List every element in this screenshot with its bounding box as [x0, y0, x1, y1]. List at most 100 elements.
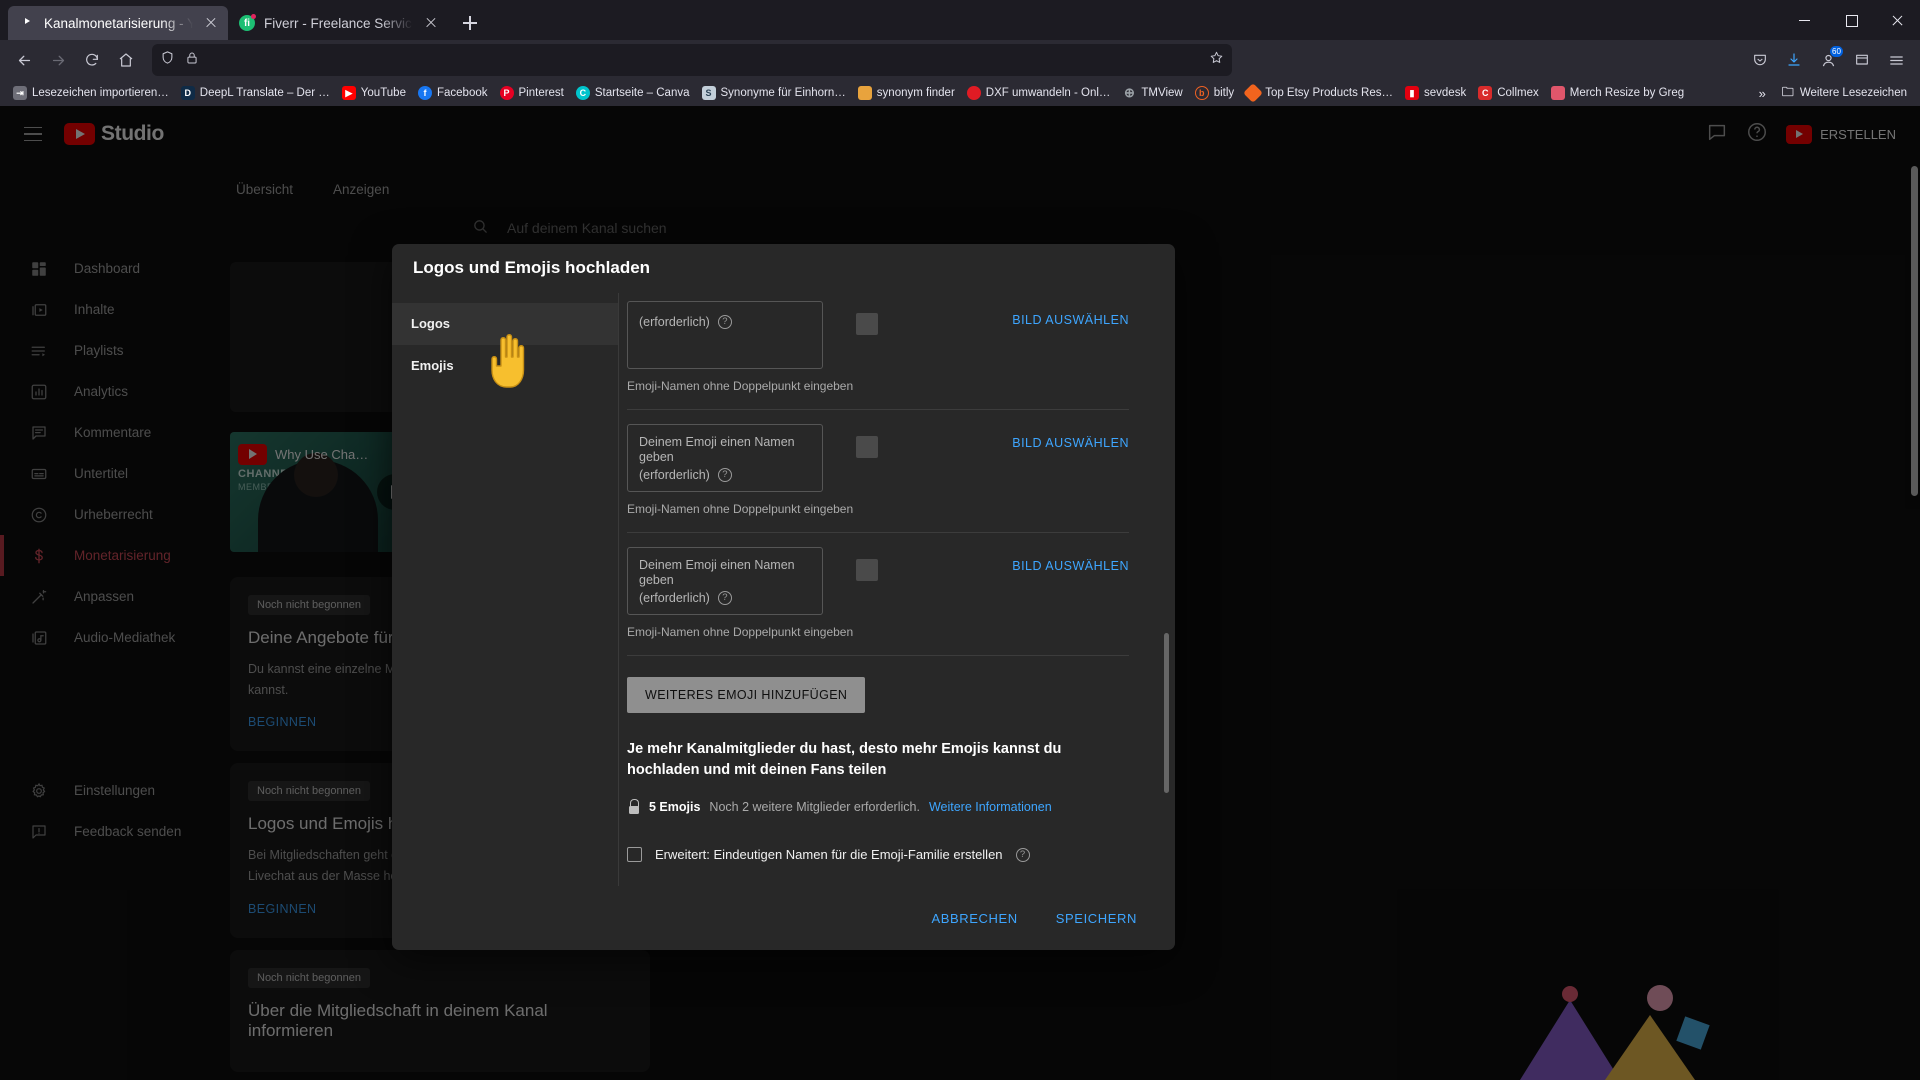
bookmarks-overflow-button[interactable]: »	[1751, 86, 1774, 101]
emoji-name-input[interactable]: (erforderlich) ?	[627, 300, 823, 369]
folder-icon	[857, 86, 872, 100]
emoji-name-label-line2: (erforderlich)	[639, 314, 710, 329]
download-icon[interactable]	[1778, 44, 1810, 76]
select-image-button[interactable]: BILD AUSWÄHLEN	[1012, 313, 1129, 327]
emoji-name-label-line1: Deinem Emoji einen Namen geben	[639, 434, 795, 464]
close-icon[interactable]	[202, 14, 220, 32]
bookmark-item[interactable]: Top Etsy Products Res…	[1241, 83, 1398, 103]
bitly-icon: b	[1194, 86, 1209, 100]
home-icon[interactable]	[110, 44, 142, 76]
emoji-row: Deinem Emoji einen Namen geben (erforder…	[627, 533, 1129, 656]
browser-tab-fiverr[interactable]: fi Fiverr - Freelance Services Mark	[228, 6, 448, 40]
emoji-image-placeholder	[856, 312, 878, 335]
maximize-button[interactable]	[1828, 0, 1874, 40]
hamburger-menu-icon[interactable]	[1880, 44, 1912, 76]
emoji-unlock-row: 5 Emojis Noch 2 weitere Mitglieder erfor…	[627, 799, 1129, 815]
bookmark-item[interactable]: C Startseite – Canva	[571, 83, 695, 103]
youtube-icon	[19, 15, 35, 31]
bookmark-item[interactable]: b bitly	[1190, 83, 1239, 103]
bookmark-label: Startseite – Canva	[594, 87, 690, 99]
bookmark-item[interactable]: S Synonyme für Einhorn…	[697, 83, 851, 103]
emoji-name-hint: Emoji-Namen ohne Doppelpunkt eingeben	[627, 501, 854, 516]
close-window-button[interactable]	[1874, 0, 1920, 40]
youtube-icon: ▶	[341, 86, 356, 100]
address-bar[interactable]	[152, 44, 1232, 76]
bookmark-item[interactable]: ⊕ TMView	[1117, 83, 1187, 103]
emoji-name-label-line2: (erforderlich)	[639, 467, 710, 482]
select-image-button[interactable]: BILD AUSWÄHLEN	[1012, 436, 1129, 450]
emoji-name-hint: Emoji-Namen ohne Doppelpunkt eingeben	[627, 378, 854, 393]
dialog-scrollbar[interactable]	[1164, 632, 1169, 793]
mouse-cursor-pointer	[491, 334, 525, 388]
tab-title: Fiverr - Freelance Services Mark	[264, 15, 413, 31]
bookmark-label: TMView	[1141, 87, 1183, 99]
canva-icon: C	[575, 86, 590, 100]
add-more-emoji-button[interactable]: WEITERES EMOJI HINZUFÜGEN	[627, 676, 866, 713]
advanced-checkbox[interactable]	[627, 847, 642, 863]
bookmark-item[interactable]: synonym finder	[853, 83, 960, 103]
back-arrow-icon[interactable]	[8, 44, 40, 76]
dialog-nav-label: Emojis	[411, 358, 454, 374]
dialog-footer: ABBRECHEN SPEICHERN	[392, 886, 1175, 950]
facebook-icon: f	[417, 86, 432, 100]
cancel-button[interactable]: ABBRECHEN	[921, 903, 1027, 934]
new-tab-button[interactable]	[454, 7, 486, 39]
extension-icon[interactable]	[1846, 44, 1878, 76]
emoji-name-label-line1: Deinem Emoji einen Namen geben	[639, 557, 795, 587]
page-scrollbar[interactable]	[1911, 166, 1918, 496]
browser-tab-youtube[interactable]: Kanalmonetarisierung - YouTub	[8, 6, 228, 40]
select-image-button[interactable]: BILD AUSWÄHLEN	[1012, 559, 1129, 573]
bookmark-item[interactable]: P Pinterest	[495, 83, 569, 103]
browser-window: Kanalmonetarisierung - YouTub fi Fiverr …	[0, 0, 1920, 1080]
dialog-title: Logos und Emojis hochladen	[413, 258, 651, 278]
reload-icon[interactable]	[76, 44, 108, 76]
bookmark-item[interactable]: D DeepL Translate – Der …	[176, 83, 335, 103]
bars-icon: ▮	[1405, 86, 1420, 100]
padlock-icon[interactable]	[185, 51, 199, 70]
emoji-image-placeholder	[856, 435, 878, 458]
help-circle-icon[interactable]: ?	[717, 315, 732, 330]
toolbar-right-actions: 60	[1744, 44, 1912, 76]
bookmark-item[interactable]: C Collmex	[1473, 83, 1544, 103]
help-circle-icon[interactable]: ?	[717, 591, 732, 606]
bookmark-label: Lesezeichen importieren…	[32, 87, 169, 99]
bookmark-item[interactable]: Merch Resize by Greg	[1546, 83, 1689, 103]
bookmark-label: DeepL Translate – Der …	[199, 87, 330, 99]
bookmark-label: Collmex	[1497, 87, 1539, 99]
dialog-header: Logos und Emojis hochladen	[392, 244, 1175, 293]
bookmark-label: Facebook	[436, 87, 488, 99]
account-avatar[interactable]: 60	[1812, 44, 1844, 76]
bookmark-item[interactable]: ⇥ Lesezeichen importieren…	[8, 83, 174, 103]
pocket-icon[interactable]	[1744, 44, 1776, 76]
help-circle-icon[interactable]: ?	[1015, 847, 1030, 862]
notification-badge: 60	[1830, 46, 1843, 57]
more-info-link[interactable]: Weitere Informationen	[929, 800, 1052, 814]
tab-title: Kanalmonetarisierung - YouTub	[44, 15, 193, 31]
emoji-row: Deinem Emoji einen Namen geben (erforder…	[627, 410, 1129, 533]
emoji-name-input[interactable]: Deinem Emoji einen Namen geben (erforder…	[627, 546, 823, 615]
close-icon[interactable]	[422, 14, 440, 32]
shield-icon[interactable]	[160, 50, 175, 70]
save-button[interactable]: SPEICHERN	[1046, 903, 1147, 934]
emoji-requirement-message: Noch 2 weitere Mitglieder erforderlich.	[709, 799, 920, 814]
minimize-button[interactable]	[1782, 0, 1828, 40]
advanced-option-row[interactable]: Erweitert: Eindeutigen Namen für die Emo…	[627, 847, 1129, 863]
bookmark-label: Synonyme für Einhorn…	[720, 87, 846, 99]
bookmark-item[interactable]: ▮ sevdesk	[1400, 83, 1471, 103]
navigation-toolbar: 60	[0, 40, 1920, 80]
bookmark-item[interactable]: ▶ YouTube	[337, 83, 411, 103]
other-bookmarks-folder[interactable]: 🗀 Weitere Lesezeichen	[1776, 83, 1912, 103]
dxf-icon	[966, 86, 981, 100]
emoji-name-hint: Emoji-Namen ohne Doppelpunkt eingeben	[627, 624, 854, 639]
emoji-name-label-line2: (erforderlich)	[639, 590, 710, 605]
star-icon[interactable]	[1209, 50, 1224, 70]
emoji-count: 5 Emojis	[649, 799, 701, 814]
bookmark-item[interactable]: f Facebook	[413, 83, 493, 103]
help-circle-icon[interactable]: ?	[717, 468, 732, 483]
bookmark-label: Merch Resize by Greg	[1569, 87, 1685, 99]
youtube-studio-page: Studio ERSTELLEN Auf deinem Kanal suchen	[0, 106, 1920, 1080]
bookmark-label: sevdesk	[1424, 87, 1467, 99]
forward-arrow-icon[interactable]	[42, 44, 74, 76]
emoji-name-input[interactable]: Deinem Emoji einen Namen geben (erforder…	[627, 423, 823, 492]
bookmark-item[interactable]: DXF umwandeln - Onl…	[962, 83, 1116, 103]
